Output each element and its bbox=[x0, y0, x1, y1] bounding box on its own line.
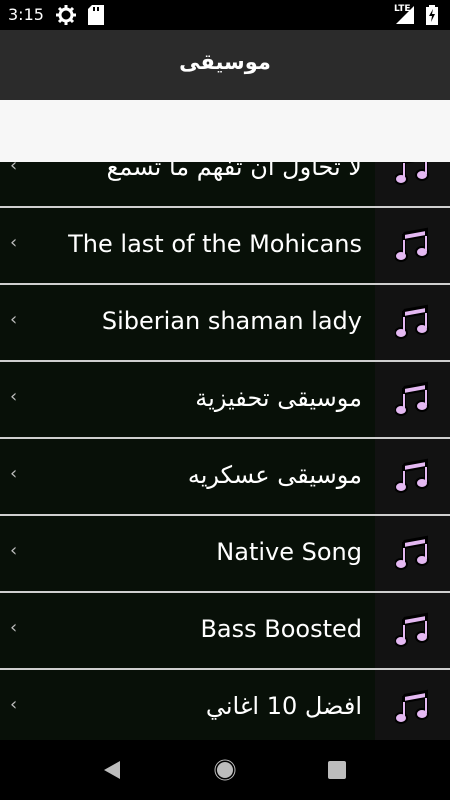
sd-card-icon bbox=[88, 5, 104, 29]
chevron-left-icon: ‹ bbox=[10, 309, 18, 330]
song-list[interactable]: ‹ لا تحاول ان تفهم ما تسمع ‹ The last of… bbox=[0, 162, 450, 740]
settings-icon bbox=[56, 5, 76, 29]
list-item[interactable]: ‹ موسيقى عسكريه bbox=[0, 439, 450, 516]
list-item-label: افضل 10 اغاني bbox=[205, 692, 362, 720]
list-item-label: موسيقى تحفيزية bbox=[195, 384, 362, 412]
music-note-icon bbox=[375, 285, 450, 360]
status-bar: 3:15 LTE bbox=[0, 0, 450, 30]
music-note-icon bbox=[375, 670, 450, 740]
chevron-left-icon: ‹ bbox=[10, 694, 18, 715]
list-item[interactable]: ‹ Siberian shaman lady bbox=[0, 285, 450, 362]
chevron-left-icon: ‹ bbox=[10, 463, 18, 484]
list-item-label: Siberian shaman lady bbox=[101, 307, 362, 335]
list-item-label: لا تحاول ان تفهم ما تسمع bbox=[106, 162, 362, 181]
music-note-icon bbox=[375, 593, 450, 668]
navigation-bar bbox=[0, 740, 450, 800]
list-item-label: موسيقى عسكريه bbox=[187, 461, 362, 489]
music-note-icon bbox=[375, 162, 450, 206]
list-item[interactable]: ‹ The last of the Mohicans bbox=[0, 208, 450, 285]
app-title: موسيقى bbox=[179, 50, 271, 74]
chevron-left-icon: ‹ bbox=[10, 540, 18, 561]
battery-charging-icon bbox=[426, 5, 438, 29]
list-item[interactable]: ‹ لا تحاول ان تفهم ما تسمع bbox=[0, 162, 450, 208]
list-item[interactable]: ‹ افضل 10 اغاني bbox=[0, 670, 450, 740]
music-note-icon bbox=[375, 439, 450, 514]
chevron-left-icon: ‹ bbox=[10, 232, 18, 253]
chevron-left-icon: ‹ bbox=[10, 617, 18, 638]
list-item-label: Native Song bbox=[216, 538, 362, 566]
signal-icon bbox=[396, 6, 414, 28]
back-icon[interactable] bbox=[102, 760, 122, 784]
list-item-label: Bass Boosted bbox=[200, 615, 362, 643]
status-time: 3:15 bbox=[8, 5, 44, 24]
music-note-icon bbox=[375, 208, 450, 283]
recents-icon[interactable] bbox=[328, 761, 346, 783]
chevron-left-icon: ‹ bbox=[10, 386, 18, 407]
music-note-icon bbox=[375, 362, 450, 437]
list-item-label: The last of the Mohicans bbox=[68, 230, 362, 258]
list-item[interactable]: ‹ Native Song bbox=[0, 516, 450, 593]
app-bar: موسيقى bbox=[0, 30, 450, 100]
home-icon[interactable] bbox=[214, 759, 236, 785]
music-note-icon bbox=[375, 516, 450, 591]
search-input[interactable] bbox=[0, 100, 450, 162]
list-item[interactable]: ‹ Bass Boosted bbox=[0, 593, 450, 670]
chevron-left-icon: ‹ bbox=[10, 162, 18, 176]
list-item[interactable]: ‹ موسيقى تحفيزية bbox=[0, 362, 450, 439]
